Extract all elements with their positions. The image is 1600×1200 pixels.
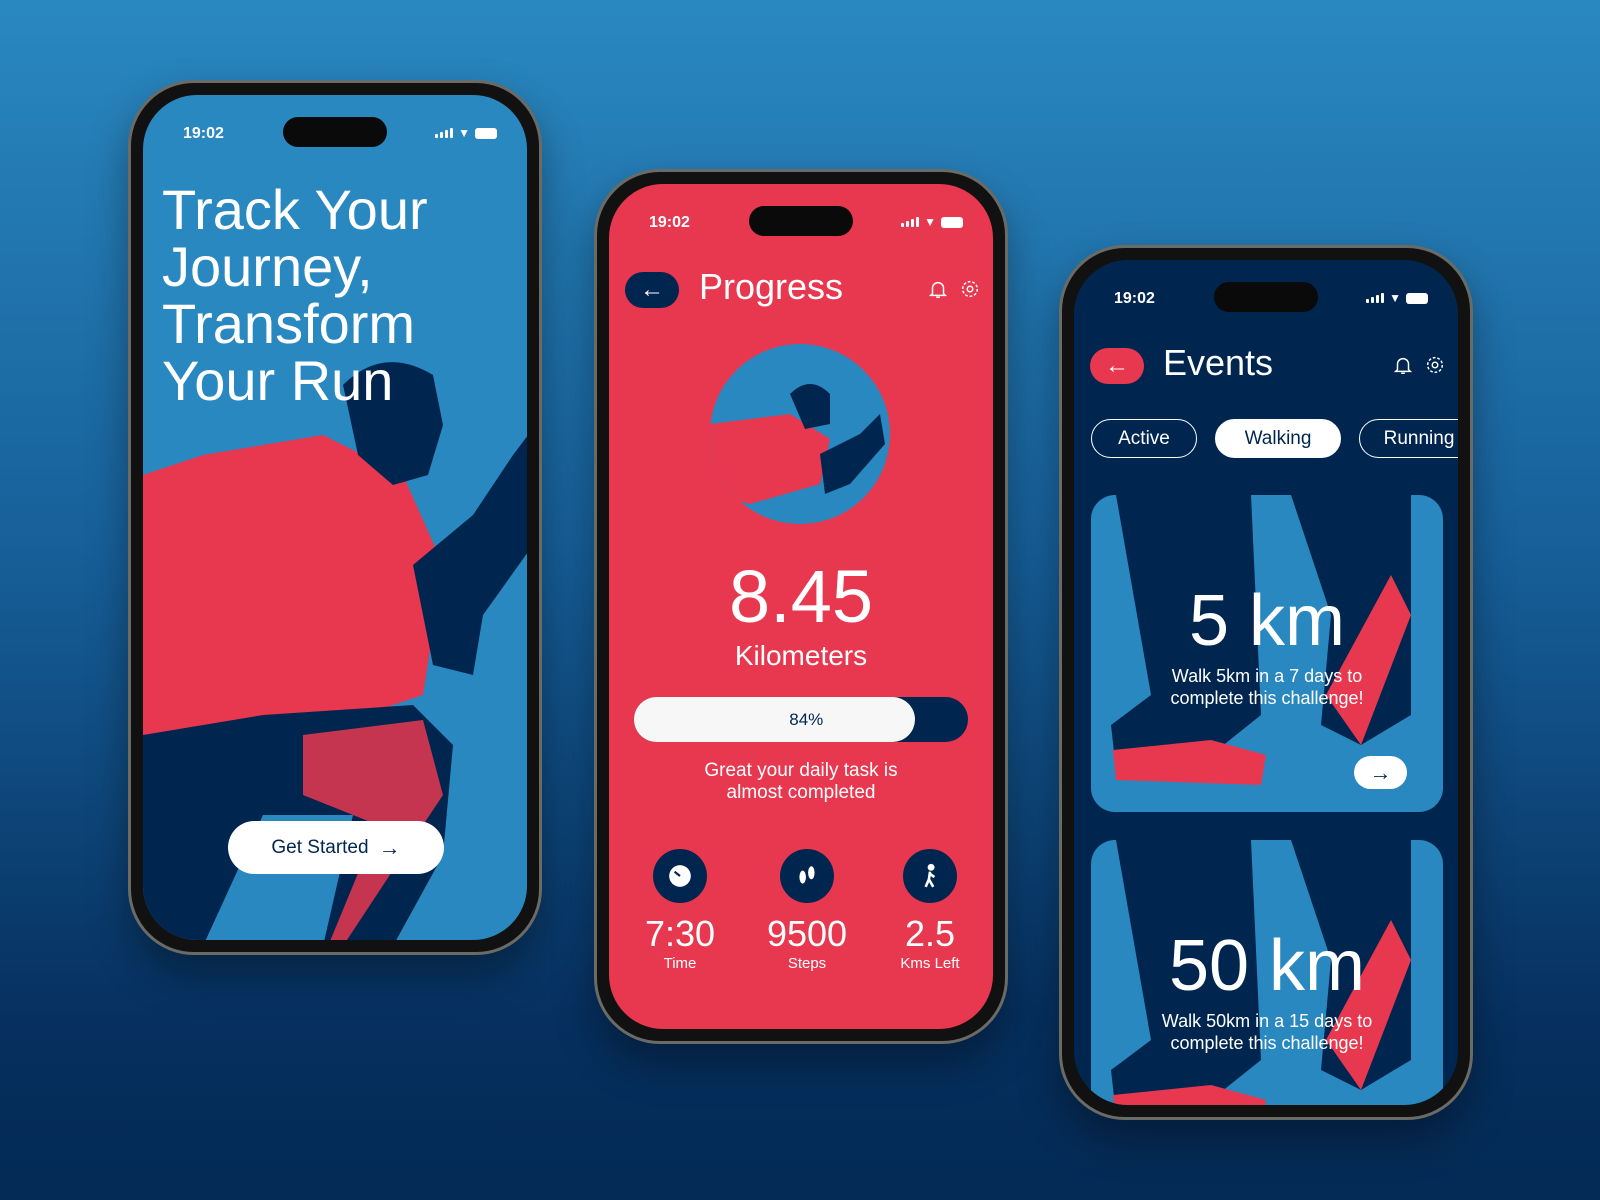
event-card[interactable]: 5 km Walk 5km in a 7 days to complete thi… (1091, 495, 1443, 812)
arrow-left-icon: ← (1105, 352, 1129, 379)
events-screen: 19:02 ▼ ← Events Active Walking Running … (1074, 260, 1458, 1105)
phone-onboarding: 19:02 ▼ Track Your Journey, Transform Yo… (128, 80, 542, 955)
progress-fill: 84% (634, 697, 915, 742)
event-card[interactable]: 50 km Walk 50km in a 15 days to complete … (1091, 840, 1443, 1105)
arrow-left-icon: ← (640, 276, 664, 303)
distance-value: 8.45 (728, 555, 874, 638)
gear-icon[interactable] (959, 278, 981, 300)
event-distance: 5 km (1188, 581, 1346, 661)
desc-line: Walk 50km in a 15 days to (1161, 1011, 1373, 1031)
status-time: 19:02 (1114, 290, 1155, 307)
chip-active[interactable]: Active (1091, 419, 1197, 458)
status-icons: ▼ (1366, 291, 1428, 305)
headline-line: Your Run (162, 349, 394, 412)
arrow-right-icon: → (1369, 759, 1392, 785)
headline: Track Your Journey, Transform Your Run (162, 181, 428, 409)
progress-label: 84% (789, 709, 824, 729)
event-go-button[interactable]: → (1354, 756, 1407, 789)
status-icons: ▼ (435, 126, 497, 140)
walking-person-icon (903, 849, 957, 903)
desc-line: complete this challenge! (1170, 688, 1364, 708)
status-time: 19:02 (183, 125, 224, 142)
progress-bar: 84% (634, 697, 968, 742)
runner-avatar-image (710, 344, 890, 524)
dynamic-island (1214, 282, 1318, 312)
back-button[interactable]: ← (1090, 348, 1144, 384)
headline-line: Track Your (162, 178, 428, 241)
event-description: Walk 5km in a 7 days to complete this cha… (1091, 665, 1443, 709)
phone-events: 19:02 ▼ ← Events Active Walking Running … (1059, 245, 1473, 1120)
battery-icon (941, 216, 963, 228)
page-title: Progress (699, 266, 844, 307)
footsteps-icon (780, 849, 834, 903)
stat-label: Kms Left (900, 955, 960, 972)
get-started-button[interactable]: Get Started → (228, 821, 444, 874)
dynamic-island (283, 117, 387, 147)
battery-icon (1406, 292, 1428, 304)
progress-screen: 19:02 ▼ ← Progress 8.45 Kilometers 84% G… (609, 184, 993, 1029)
stat-label: Steps (787, 955, 827, 972)
desc-line: Walk 5km in a 7 days to (1171, 666, 1363, 686)
battery-icon (475, 127, 497, 139)
stat-label: Time (663, 955, 697, 972)
clock-icon (653, 849, 707, 903)
desc-line: complete this challenge! (1170, 1033, 1364, 1053)
signal-icon (435, 128, 454, 138)
signal-icon (1366, 293, 1385, 303)
chip-running[interactable]: Running (1359, 419, 1458, 458)
wifi-icon: ▼ (458, 126, 470, 140)
wifi-icon: ▼ (924, 215, 936, 229)
progress-message: Great your daily task is almost complete… (609, 760, 993, 804)
wifi-icon: ▼ (1389, 291, 1401, 305)
message-line: Great your daily task is (704, 760, 898, 781)
gear-icon[interactable] (1424, 354, 1446, 376)
get-started-label: Get Started (271, 836, 369, 858)
event-distance: 50 km (1168, 926, 1366, 1006)
distance-unit: Kilometers (734, 640, 868, 671)
status-bar: 19:02 ▼ (143, 117, 527, 147)
bell-icon[interactable] (1392, 354, 1414, 376)
arrow-right-icon: → (378, 834, 401, 860)
dynamic-island (749, 206, 853, 236)
signal-icon (901, 217, 920, 227)
page-title: Events (1163, 342, 1274, 383)
chip-walking[interactable]: Walking (1215, 419, 1341, 458)
phone-progress: 19:02 ▼ ← Progress 8.45 Kilometers 84% G… (594, 169, 1008, 1044)
stat-steps: 9500 Steps (747, 849, 867, 972)
headline-line: Transform (162, 292, 416, 355)
stat-time: 7:30 Time (620, 849, 740, 972)
onboarding-screen: 19:02 ▼ Track Your Journey, Transform Yo… (143, 95, 527, 940)
status-time: 19:02 (649, 214, 690, 231)
headline-line: Journey, (162, 235, 373, 298)
stat-value: 9500 (766, 913, 848, 954)
status-bar: 19:02 ▼ (1074, 282, 1458, 312)
stat-kms-left: 2.5 Kms Left (870, 849, 990, 972)
back-button[interactable]: ← (625, 272, 679, 308)
status-icons: ▼ (901, 215, 963, 229)
stat-value: 2.5 (904, 913, 956, 954)
message-line: almost completed (726, 782, 876, 803)
event-description: Walk 50km in a 15 days to complete this c… (1091, 1010, 1443, 1054)
stat-value: 7:30 (644, 913, 716, 954)
bell-icon[interactable] (927, 278, 949, 300)
status-bar: 19:02 ▼ (609, 206, 993, 236)
